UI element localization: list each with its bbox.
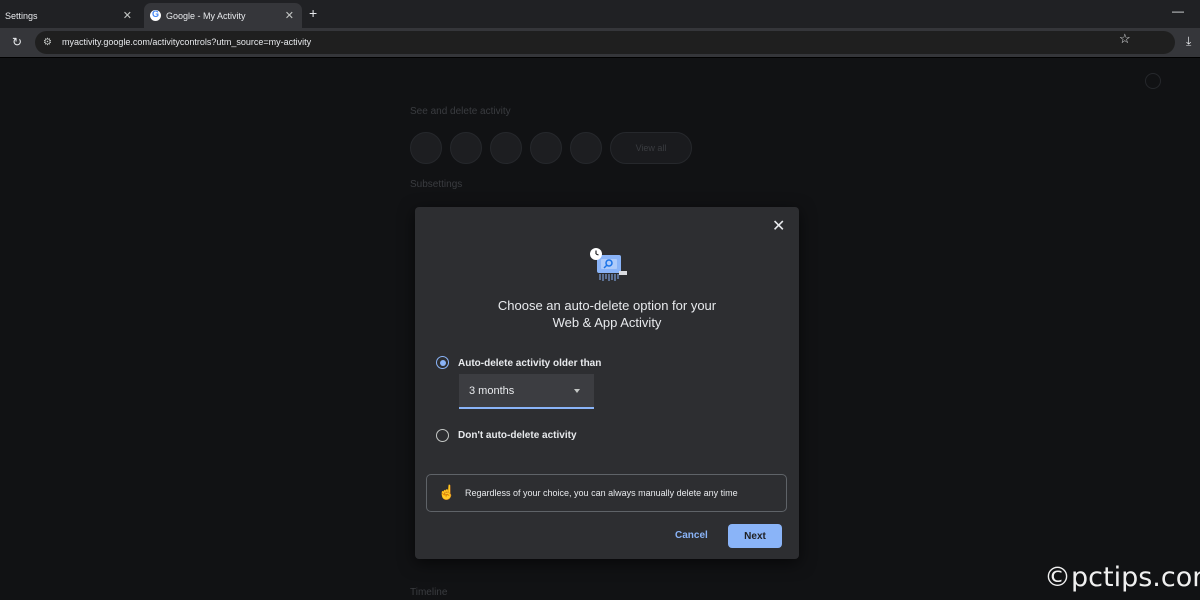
auto-delete-option-label[interactable]: Auto-delete activity older than bbox=[458, 358, 601, 369]
tab-close-icon[interactable]: ✕ bbox=[285, 9, 294, 22]
auto-delete-period-select[interactable]: 3 months bbox=[459, 374, 594, 409]
tab-close-icon[interactable]: ✕ bbox=[123, 9, 132, 22]
hand-icon: ☝ bbox=[438, 484, 456, 500]
info-text: Regardless of your choice, you can alway… bbox=[465, 488, 738, 498]
browser-toolbar: ↻ ⚙ myactivity.google.com/activitycontro… bbox=[0, 28, 1200, 57]
tab-settings[interactable]: Settings ✕ bbox=[0, 3, 140, 28]
download-icon[interactable]: ⤓ bbox=[1186, 34, 1191, 49]
reload-icon[interactable]: ↻ bbox=[12, 35, 22, 49]
view-all-button: View all bbox=[610, 132, 692, 164]
maps-app-icon bbox=[530, 132, 562, 164]
dont-auto-delete-radio[interactable] bbox=[436, 429, 449, 442]
address-bar[interactable]: ⚙ myactivity.google.com/activitycontrols… bbox=[35, 31, 1175, 54]
watermark: ©pctips.com bbox=[1044, 562, 1200, 593]
tab-label: Settings bbox=[5, 10, 38, 21]
site-settings-icon[interactable]: ⚙ bbox=[43, 37, 52, 48]
app-activity-list: View all bbox=[410, 132, 692, 164]
dialog-title-line2: Web & App Activity bbox=[552, 315, 662, 330]
google-favicon-icon bbox=[150, 9, 161, 21]
play-app-icon bbox=[570, 132, 602, 164]
dropdown-caret-icon bbox=[574, 389, 580, 393]
auto-delete-radio[interactable] bbox=[436, 356, 449, 369]
star-icon[interactable]: ☆ bbox=[1119, 31, 1131, 47]
ads-app-icon bbox=[490, 132, 522, 164]
timeline-heading: Timeline bbox=[410, 587, 448, 598]
new-tab-icon[interactable]: + bbox=[309, 5, 317, 21]
url-text[interactable]: myactivity.google.com/activitycontrols?u… bbox=[62, 37, 311, 47]
chrome-app-icon bbox=[410, 132, 442, 164]
auto-delete-dialog: ✕ Choose an auto-delete option for your … bbox=[415, 207, 799, 559]
see-and-delete-heading: See and delete activity bbox=[410, 106, 511, 117]
tab-label: Google - My Activity bbox=[166, 10, 246, 21]
select-value: 3 months bbox=[469, 385, 515, 397]
close-icon[interactable]: ✕ bbox=[772, 216, 785, 236]
help-icon bbox=[1145, 73, 1161, 89]
dont-auto-delete-option-label[interactable]: Don't auto-delete activity bbox=[458, 430, 577, 441]
auto-delete-illustration-icon bbox=[590, 248, 627, 281]
subsettings-heading: Subsettings bbox=[410, 179, 463, 190]
cancel-button[interactable]: Cancel bbox=[675, 530, 708, 541]
minimize-icon[interactable]: — bbox=[1172, 4, 1184, 18]
tab-my-activity[interactable]: Google - My Activity ✕ bbox=[144, 3, 302, 28]
dialog-title: Choose an auto-delete option for your We… bbox=[455, 297, 759, 331]
info-notice: ☝ Regardless of your choice, you can alw… bbox=[426, 474, 787, 512]
google-app-icon bbox=[450, 132, 482, 164]
next-button[interactable]: Next bbox=[728, 524, 782, 548]
tab-strip: Settings ✕ Google - My Activity ✕ + — bbox=[0, 0, 1200, 28]
dialog-title-line1: Choose an auto-delete option for your bbox=[497, 298, 717, 313]
